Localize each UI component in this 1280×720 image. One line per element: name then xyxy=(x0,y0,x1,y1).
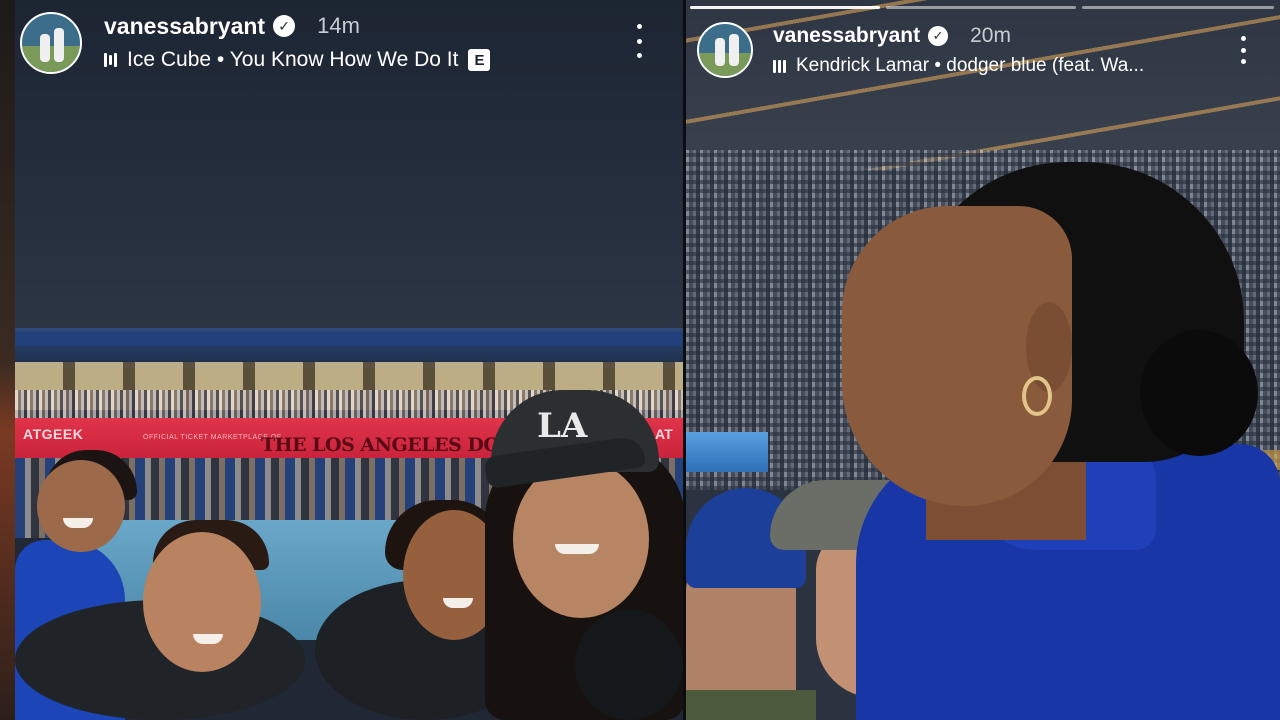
post-time: 20m xyxy=(970,24,1011,47)
music-row[interactable]: Kendrick Lamar • dodger blue (feat. Wa..… xyxy=(773,52,1144,80)
man-1-shirt xyxy=(686,690,816,720)
story-progress-3 xyxy=(1082,6,1274,9)
stadium-screen xyxy=(686,432,768,472)
avatar-field xyxy=(699,52,751,76)
person-4-hoodie xyxy=(575,610,683,720)
song-title[interactable]: Ice Cube • You Know How We Do It xyxy=(127,48,458,72)
verified-badge-icon: ✓ xyxy=(273,15,296,37)
banner-left-text: ATGEEK xyxy=(23,426,84,442)
user-row: vanessabryant ✓ 14m xyxy=(104,12,490,40)
banner-right-text: AT xyxy=(655,426,673,442)
avatar-figure xyxy=(40,34,50,62)
explicit-badge: E xyxy=(468,49,491,71)
avatar-figure xyxy=(729,34,739,66)
story-left[interactable]: ATGEEK OFFICIAL TICKET MARKETPLACE OF TH… xyxy=(15,0,683,720)
music-row[interactable]: Ice Cube • You Know How We Do It E xyxy=(104,46,491,74)
user-row: vanessabryant ✓ 20m xyxy=(773,22,1144,50)
music-bars-icon xyxy=(773,59,786,73)
story-meta: vanessabryant ✓ 14m Ice Cube • You Know … xyxy=(104,12,491,74)
song-title[interactable]: Kendrick Lamar • dodger blue (feat. Wa..… xyxy=(796,55,1144,77)
story-right[interactable] xyxy=(686,0,1280,720)
la-logo: LA xyxy=(537,406,588,446)
avatar[interactable] xyxy=(697,22,753,78)
avatar-figure xyxy=(715,38,725,66)
username[interactable]: vanessabryant xyxy=(104,13,265,40)
roof-band xyxy=(15,332,683,346)
story-progress-1 xyxy=(690,6,880,9)
story-header-left: vanessabryant ✓ 14m Ice Cube • You Know … xyxy=(20,12,491,74)
person-4-face xyxy=(513,460,649,618)
post-time: 14m xyxy=(317,13,360,38)
avatar[interactable] xyxy=(20,12,82,74)
more-options-icon[interactable] xyxy=(633,24,645,58)
username[interactable]: vanessabryant xyxy=(773,24,920,48)
hoop-earring xyxy=(1022,376,1052,416)
person-2-face xyxy=(143,532,261,672)
verified-badge-icon: ✓ xyxy=(928,26,949,46)
avatar-field xyxy=(22,45,80,72)
story-header-right: vanessabryant ✓ 20m Kendrick Lamar • dod… xyxy=(697,22,1144,80)
story-comparison: ATGEEK OFFICIAL TICKET MARKETPLACE OF TH… xyxy=(0,0,1280,720)
avatar-figure xyxy=(54,28,64,62)
woman-hair-bun xyxy=(1140,330,1258,456)
more-options-icon[interactable] xyxy=(1237,36,1249,64)
story-progress-2 xyxy=(886,6,1076,9)
story-meta: vanessabryant ✓ 20m Kendrick Lamar • dod… xyxy=(773,22,1144,80)
music-bars-icon xyxy=(104,53,117,67)
person-1-face xyxy=(37,460,125,552)
edge-strip xyxy=(0,0,15,720)
person-4-smile xyxy=(555,544,599,554)
